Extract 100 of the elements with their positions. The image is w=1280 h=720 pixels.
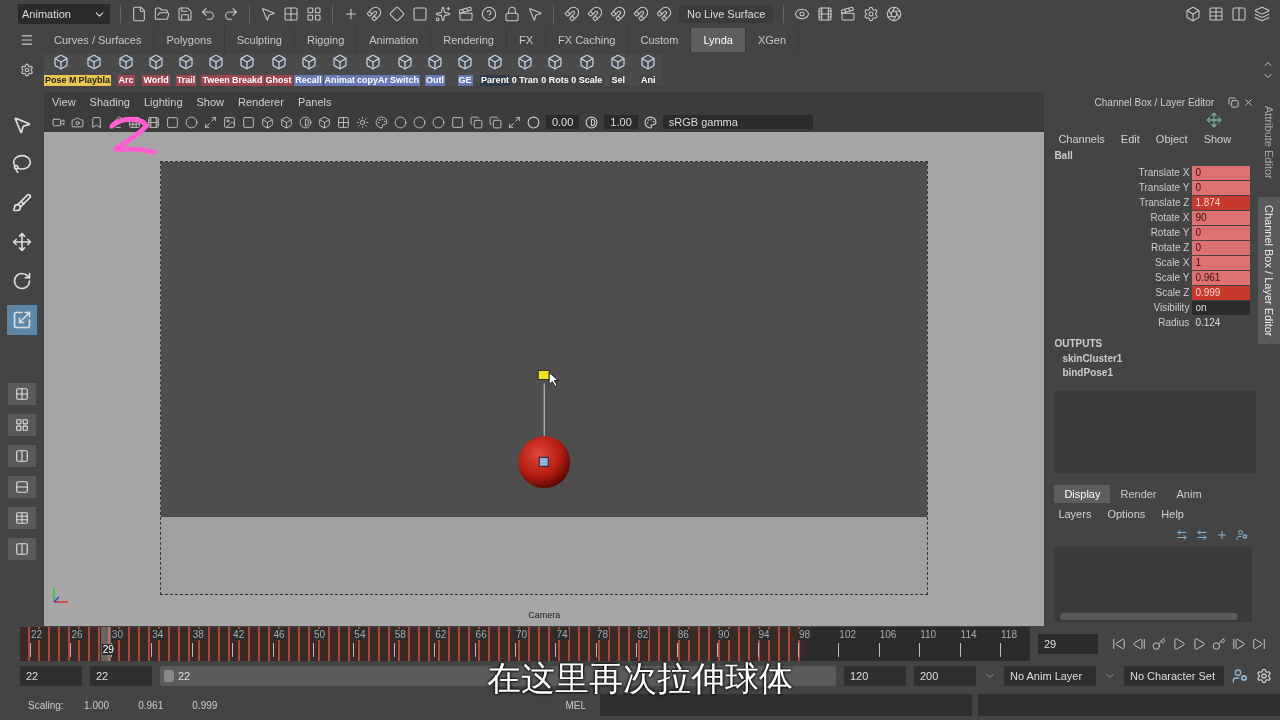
- shelf-button[interactable]: Trail: [171, 54, 202, 86]
- sparkle-icon[interactable]: [435, 6, 451, 22]
- settings-icon[interactable]: [1256, 668, 1272, 684]
- pen-icon[interactable]: [108, 115, 122, 129]
- start-time-field[interactable]: 22: [20, 666, 82, 686]
- menu-item[interactable]: Object: [1155, 133, 1188, 145]
- handle-marker[interactable]: [537, 370, 550, 380]
- pointer-icon[interactable]: [527, 6, 543, 22]
- shelf-button[interactable]: Switch: [389, 54, 421, 86]
- side-tab[interactable]: Channel Box / Layer Editor: [1258, 196, 1280, 345]
- shelf-button[interactable]: Ani: [633, 54, 664, 86]
- play-icon[interactable]: [1192, 637, 1206, 651]
- channel-name[interactable]: Radius: [1048, 317, 1193, 328]
- shelf-button[interactable]: 0 Rots: [540, 54, 571, 86]
- render-settings-icon[interactable]: [863, 6, 880, 22]
- channel-name[interactable]: Rotate Z: [1048, 242, 1193, 253]
- close-icon[interactable]: [1243, 96, 1255, 108]
- layout-button[interactable]: [7, 538, 36, 560]
- shelf-button[interactable]: GE: [450, 54, 481, 86]
- shelf-button[interactable]: 0 Tran: [510, 54, 541, 86]
- shelf-tab[interactable]: Lynda: [691, 28, 746, 52]
- tool-button[interactable]: [6, 305, 37, 335]
- output-node[interactable]: skinCluster1: [1048, 351, 1259, 365]
- menu-item[interactable]: Options: [1107, 508, 1146, 520]
- end-time-field[interactable]: 200: [914, 666, 976, 686]
- range-handle[interactable]: [164, 670, 174, 682]
- menu-item[interactable]: Show: [196, 96, 225, 108]
- palette-icon[interactable]: [374, 115, 388, 129]
- shelf-button[interactable]: Arc: [111, 54, 142, 86]
- menu-item[interactable]: View: [51, 96, 76, 108]
- channel-value[interactable]: 0.124: [1192, 315, 1251, 330]
- mode-dropdown[interactable]: Animation: [18, 4, 110, 24]
- new-file-icon[interactable]: [131, 6, 147, 22]
- channel-value[interactable]: 0: [1192, 225, 1251, 240]
- channel-value[interactable]: 1: [1192, 255, 1251, 270]
- shelf-button[interactable]: Outl: [420, 54, 451, 86]
- square-icon[interactable]: [412, 6, 428, 22]
- layout-button[interactable]: [7, 414, 36, 436]
- viewport[interactable]: Camera: [43, 132, 1045, 626]
- go-to-end-icon[interactable]: [1252, 637, 1266, 651]
- layout-button[interactable]: [7, 445, 36, 467]
- layout-button[interactable]: [7, 476, 36, 498]
- menu-item[interactable]: Edit: [1120, 133, 1140, 145]
- character-set-field[interactable]: No Character Set: [1124, 666, 1224, 686]
- time-slider[interactable]: 22 26 30 34 38 42 46 50 54 58 62 66 70 74 78 82 86 90 94 98 102 106 110 114 118 29: [20, 627, 1030, 661]
- diamond-icon[interactable]: [389, 6, 405, 22]
- live-surface-field[interactable]: No Live Surface: [679, 5, 774, 23]
- step-back-icon[interactable]: [1132, 637, 1146, 651]
- menu-item[interactable]: Help: [1161, 508, 1184, 520]
- menu-item[interactable]: Shading: [89, 96, 130, 108]
- go-to-start-icon[interactable]: [1112, 637, 1126, 651]
- grid-icon[interactable]: [127, 115, 141, 129]
- shelf-button[interactable]: 0 Scale: [570, 54, 604, 86]
- channel-name[interactable]: Scale Z: [1048, 287, 1193, 298]
- anim-layer-field[interactable]: No Anim Layer: [1004, 666, 1096, 686]
- copy-icon[interactable]: [469, 115, 483, 129]
- layout-button[interactable]: [7, 507, 36, 529]
- channel-value[interactable]: 90: [1192, 210, 1251, 225]
- bookmark-icon[interactable]: [89, 115, 103, 129]
- maximize-icon[interactable]: [507, 115, 521, 129]
- shelf-button[interactable]: Parent: [480, 54, 511, 86]
- menu-item[interactable]: Lighting: [143, 96, 183, 108]
- shelf-button[interactable]: Ghost: [263, 54, 294, 86]
- shelf-button[interactable]: Sel: [603, 54, 634, 86]
- gamma-field[interactable]: 1.00: [604, 115, 638, 129]
- layer-tab[interactable]: Display: [1054, 485, 1111, 503]
- settings-icon[interactable]: [20, 63, 34, 77]
- shelf-button[interactable]: Recall: [293, 54, 324, 86]
- play-backward-icon[interactable]: [1172, 637, 1186, 651]
- channel-value[interactable]: 0.961: [1192, 270, 1251, 285]
- undo-icon[interactable]: [200, 6, 216, 22]
- color-space-dropdown[interactable]: sRGB gamma: [662, 115, 813, 129]
- range-end-field[interactable]: 120: [844, 666, 906, 686]
- current-frame-field[interactable]: 29: [1038, 634, 1098, 654]
- menu-item[interactable]: Panels: [297, 96, 332, 108]
- folder-icon[interactable]: [154, 6, 170, 22]
- float-icon[interactable]: [1228, 96, 1240, 108]
- channel-name[interactable]: Translate Z: [1048, 197, 1193, 208]
- lock-icon[interactable]: [504, 6, 520, 22]
- channel-value[interactable]: 0: [1192, 180, 1251, 195]
- step-forward-icon[interactable]: [1232, 637, 1246, 651]
- save-icon[interactable]: [177, 6, 193, 22]
- contrast-icon[interactable]: [298, 115, 312, 129]
- clapperboard-icon[interactable]: [458, 6, 474, 22]
- object-name[interactable]: Ball: [1048, 150, 1259, 161]
- channel-value[interactable]: 1.874: [1192, 195, 1251, 210]
- shelf-button[interactable]: Playbla: [77, 54, 112, 86]
- channel-name[interactable]: Rotate Y: [1048, 227, 1193, 238]
- checker-icon[interactable]: [336, 115, 350, 129]
- shelf-button[interactable]: copyAr: [356, 54, 390, 86]
- channel-value[interactable]: 0: [1192, 165, 1251, 180]
- help-icon[interactable]: [481, 6, 497, 22]
- command-language-label[interactable]: MEL: [565, 699, 595, 711]
- render-view-icon[interactable]: [794, 6, 811, 22]
- channel-name[interactable]: Translate X: [1048, 167, 1193, 178]
- shelf-button[interactable]: Breakd: [231, 54, 264, 86]
- menu-item[interactable]: Renderer: [238, 96, 284, 108]
- redo-icon[interactable]: [223, 6, 239, 22]
- menu-icon[interactable]: [20, 33, 34, 47]
- menu-item[interactable]: Layers: [1058, 508, 1092, 520]
